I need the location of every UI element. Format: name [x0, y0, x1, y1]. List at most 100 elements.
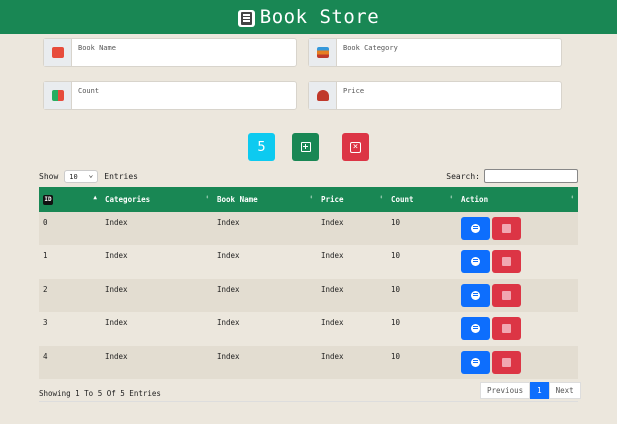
cell-count: 10	[391, 218, 401, 227]
close-icon: ×	[350, 141, 361, 153]
cell-count: 10	[391, 351, 401, 361]
trash-icon	[502, 357, 511, 367]
update-button[interactable]	[461, 350, 490, 374]
cell-book-name: Index	[217, 318, 240, 328]
cell-price: Index	[321, 218, 344, 227]
id-icon: ID	[43, 195, 53, 205]
divider	[39, 401, 578, 402]
count-icon	[44, 82, 72, 109]
page-length-select[interactable]: 10	[64, 169, 99, 183]
book-category-field	[308, 38, 562, 67]
delete-all-button[interactable]: ×	[342, 133, 369, 161]
delete-button[interactable]	[492, 283, 521, 307]
app-header: Book Store	[0, 0, 617, 34]
next-button[interactable]: Next	[548, 382, 581, 399]
add-book-button[interactable]	[292, 133, 319, 161]
cell-price: Index	[321, 351, 344, 361]
cell-book-name: Index	[217, 284, 240, 294]
sort-icon: ⬍	[449, 194, 453, 201]
cell-action	[457, 212, 578, 245]
book-name-input[interactable]	[72, 39, 296, 52]
cell-book-name: Index	[217, 251, 240, 261]
plus-icon	[300, 142, 311, 152]
cell-action	[457, 312, 578, 345]
cell-action	[457, 346, 578, 379]
show-label: Show	[39, 171, 59, 181]
sort-icon: ⬍	[379, 194, 383, 201]
book-category-icon	[309, 39, 337, 66]
cell-count: 10	[391, 251, 401, 261]
cell-book-name: Index	[217, 218, 240, 227]
column-header-id[interactable]: ID ▲	[39, 187, 101, 212]
table-row: 0 Index Index Index 10	[39, 212, 578, 246]
price-input[interactable]	[337, 82, 561, 95]
pagination: Previous 1 Next	[480, 382, 581, 399]
column-header-book-name[interactable]: Book Name ⬍	[213, 187, 317, 212]
update-button[interactable]	[461, 317, 490, 341]
list-icon	[471, 357, 480, 367]
delete-button[interactable]	[492, 317, 521, 341]
books-table: ID ▲ Categories ⬍ Book Name ⬍ Price ⬍ Count ⬍…	[39, 187, 578, 379]
cell-category: Index	[105, 251, 128, 261]
count-field	[43, 81, 297, 110]
list-icon	[471, 224, 480, 233]
table-row: 2 Index Index Index 10	[39, 278, 578, 313]
search-label: Search:	[446, 171, 480, 181]
cell-category: Index	[105, 351, 128, 361]
update-button[interactable]	[461, 217, 490, 240]
sort-icon: ⬍	[309, 194, 313, 201]
trash-icon	[502, 224, 511, 233]
cell-price: Index	[321, 318, 344, 328]
column-header-count[interactable]: Count ⬍	[387, 187, 457, 212]
column-header-price[interactable]: Price ⬍	[317, 187, 387, 212]
book-category-input[interactable]	[337, 39, 561, 52]
table-row: 1 Index Index Index 10	[39, 245, 578, 279]
update-button[interactable]	[461, 283, 490, 307]
cell-id: 1	[43, 251, 48, 261]
table-controls: Show 10 Entries Search:	[39, 169, 578, 183]
sort-icon: ⬍	[205, 194, 209, 201]
sort-asc-icon: ▲	[93, 194, 97, 201]
search-input[interactable]	[484, 169, 578, 183]
delete-button[interactable]	[492, 250, 521, 274]
cell-category: Index	[105, 284, 128, 294]
price-icon	[309, 82, 337, 109]
cell-id: 3	[43, 318, 48, 328]
cell-action	[457, 245, 578, 278]
price-field	[308, 81, 562, 110]
list-icon	[471, 257, 480, 267]
sort-icon: ⬍	[570, 194, 574, 201]
page-title: Book Store	[259, 6, 380, 28]
column-header-action[interactable]: Action ⬍	[457, 187, 578, 212]
book-name-field	[43, 38, 297, 67]
cell-price: Index	[321, 251, 344, 261]
cell-id: 0	[43, 218, 48, 227]
cell-id: 2	[43, 284, 48, 294]
search-group: Search:	[446, 169, 578, 183]
cell-count: 10	[391, 284, 401, 294]
page-1-button[interactable]: 1	[530, 382, 549, 399]
entries-label: Entries	[104, 171, 138, 181]
list-icon	[471, 290, 480, 300]
list-icon	[471, 324, 480, 334]
delete-button[interactable]	[492, 350, 521, 374]
count-input[interactable]	[72, 82, 296, 95]
column-header-categories[interactable]: Categories ⬍	[101, 187, 213, 212]
table-row: 4 Index Index Index 10	[39, 345, 578, 379]
cell-action	[457, 279, 578, 312]
trash-icon	[502, 324, 511, 334]
book-icon	[237, 9, 255, 27]
table-header-row: ID ▲ Categories ⬍ Book Name ⬍ Price ⬍ Count ⬍…	[39, 187, 578, 212]
trash-icon	[502, 257, 511, 267]
cell-price: Index	[321, 284, 344, 294]
cell-category: Index	[105, 318, 128, 328]
delete-button[interactable]	[492, 217, 521, 240]
previous-button[interactable]: Previous	[480, 382, 531, 399]
update-button[interactable]	[461, 250, 490, 274]
cell-count: 10	[391, 318, 401, 328]
cell-category: Index	[105, 218, 128, 227]
table-row: 3 Index Index Index 10	[39, 312, 578, 346]
trash-icon	[502, 290, 511, 300]
book-count-button[interactable]: 5	[248, 133, 275, 161]
cell-id: 4	[43, 351, 48, 361]
